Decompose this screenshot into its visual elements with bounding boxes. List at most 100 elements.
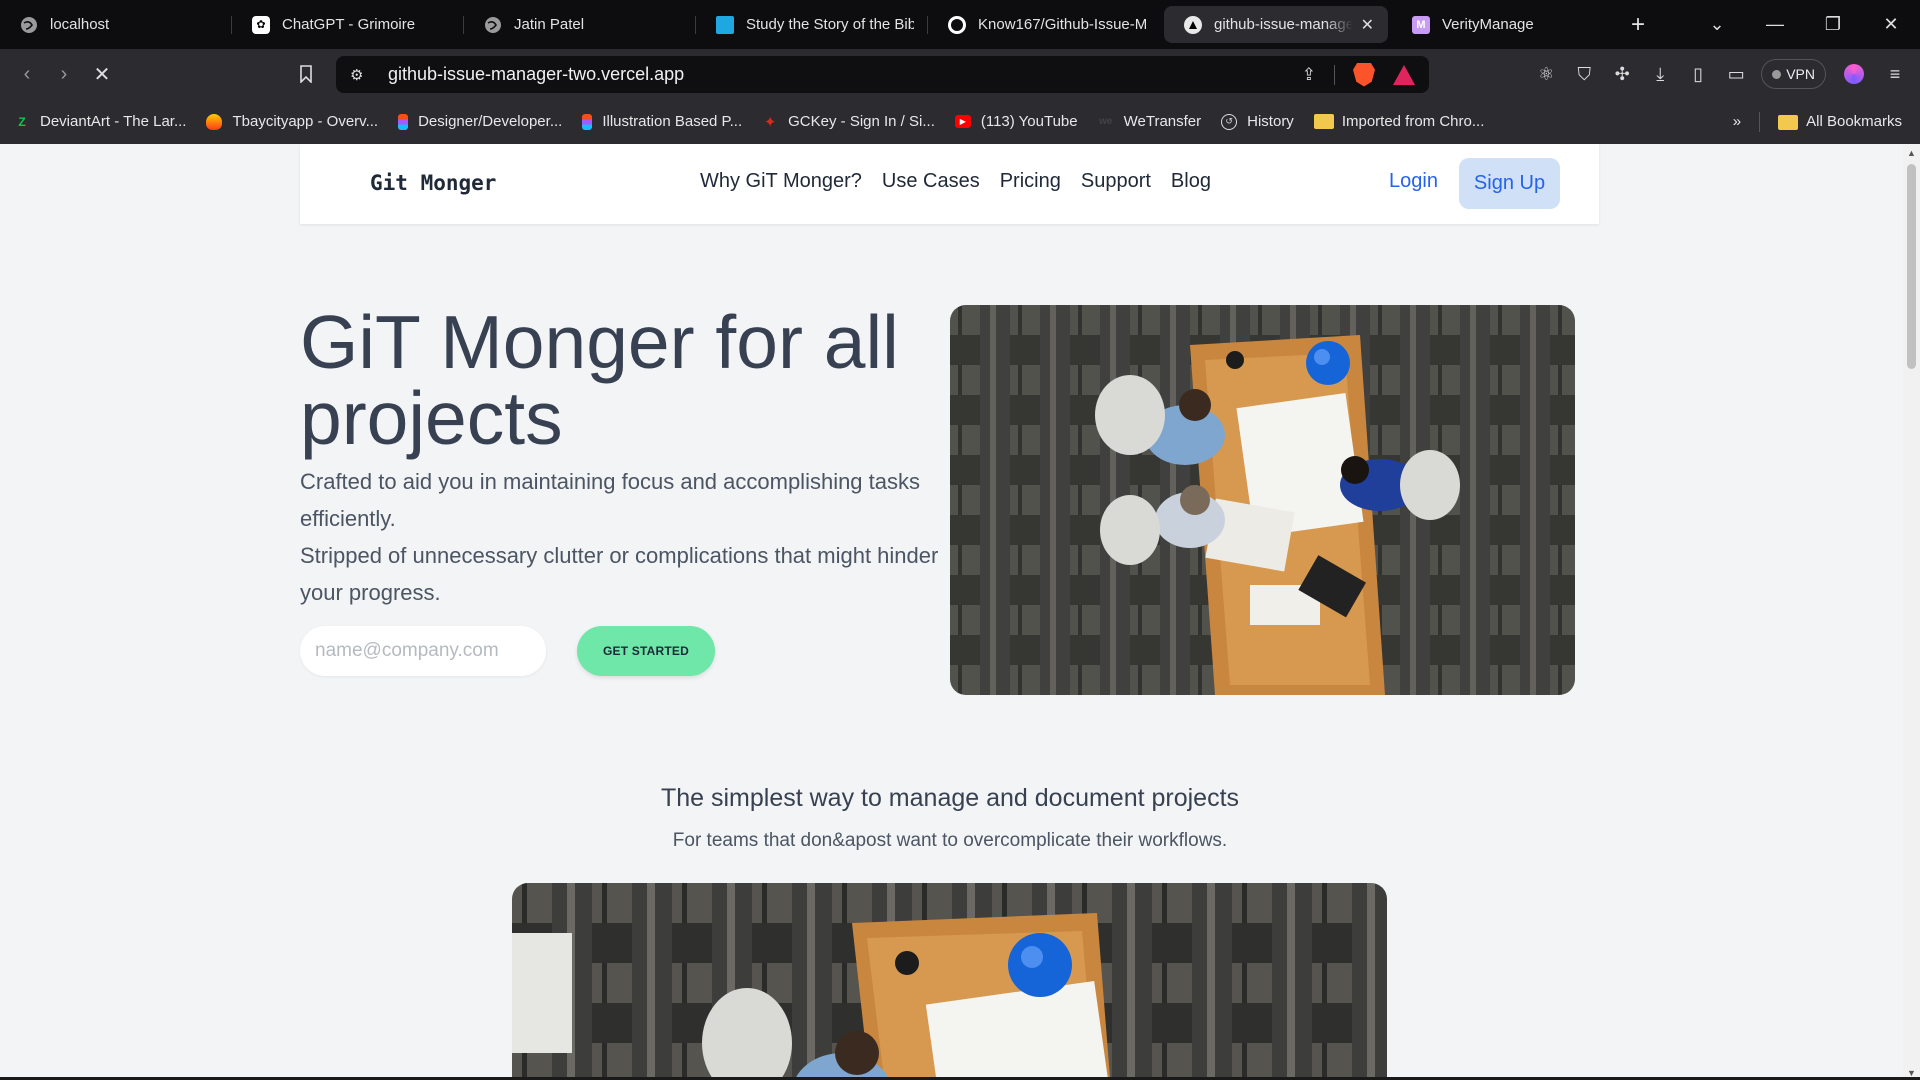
vercel-icon bbox=[1184, 15, 1202, 34]
back-icon[interactable]: ‹ bbox=[9, 56, 45, 92]
react-devtools-icon[interactable]: ⚛ bbox=[1527, 49, 1565, 99]
page-scrollbar[interactable]: ▲ ▼ bbox=[1903, 144, 1920, 1080]
bookmark-gckey[interactable]: ✦ GCKey - Sign In / Si... bbox=[762, 113, 935, 131]
history-icon: ↺ bbox=[1221, 113, 1238, 130]
shield-extension-icon[interactable]: ⛉ bbox=[1565, 49, 1603, 99]
bookmark-tbaycityapp[interactable]: Tbaycityapp - Overv... bbox=[206, 113, 378, 130]
bookmark-label: Tbaycityapp - Overv... bbox=[232, 113, 379, 130]
tab-title: github-issue-manage bbox=[1214, 16, 1353, 33]
nav-why[interactable]: Why GiT Monger? bbox=[700, 170, 862, 193]
vpn-label: VPN bbox=[1786, 66, 1815, 82]
nav-use-cases[interactable]: Use Cases bbox=[882, 170, 980, 193]
bookmark-wetransfer[interactable]: we WeTransfer bbox=[1098, 113, 1202, 130]
bookmark-label: Designer/Developer... bbox=[418, 113, 563, 130]
bookmark-illustration[interactable]: Illustration Based P... bbox=[582, 113, 742, 130]
extensions-icon[interactable]: ✣ bbox=[1603, 49, 1641, 99]
bookmark-label: DeviantArt - The Lar... bbox=[40, 113, 187, 130]
book-icon bbox=[716, 15, 734, 34]
bookmark-imported[interactable]: Imported from Chro... bbox=[1313, 113, 1485, 130]
url-text: github-issue-manager-two.vercel.app bbox=[388, 64, 685, 84]
nav-support[interactable]: Support bbox=[1081, 170, 1151, 193]
site-header: Git Monger Why GiT Monger? Use Cases Pri… bbox=[300, 144, 1599, 224]
youtube-icon: ▶ bbox=[954, 115, 971, 128]
globe-icon bbox=[484, 16, 502, 34]
tab-title: Study the Story of the Bib bbox=[746, 16, 914, 33]
tab-search-icon[interactable]: ⌄ bbox=[1688, 0, 1746, 49]
minimize-icon[interactable]: — bbox=[1746, 0, 1804, 49]
github-icon bbox=[948, 15, 966, 34]
bookmark-label: WeTransfer bbox=[1123, 113, 1202, 130]
nav-pricing[interactable]: Pricing bbox=[1000, 170, 1061, 193]
window-controls: ⌄ — ❐ ✕ bbox=[1688, 0, 1920, 49]
tab-localhost[interactable]: localhost bbox=[0, 6, 232, 43]
tab-jatin[interactable]: Jatin Patel bbox=[464, 6, 696, 43]
stop-loading-icon[interactable]: ✕ bbox=[84, 56, 120, 92]
divider bbox=[1759, 111, 1761, 132]
share-icon[interactable]: ⇪ bbox=[1302, 65, 1316, 85]
sidebar-icon[interactable]: ▯ bbox=[1679, 49, 1717, 99]
tab-title: Know167/Github-Issue-M bbox=[978, 16, 1146, 33]
tab-strip: localhost ✿ ChatGPT - Grimoire Jatin Pat… bbox=[0, 0, 1920, 49]
page-viewport: Git Monger Why GiT Monger? Use Cases Pri… bbox=[0, 144, 1903, 1080]
bookmark-history[interactable]: ↺ History bbox=[1221, 113, 1294, 130]
tab-title: ChatGPT - Grimoire bbox=[282, 16, 416, 33]
folder-icon bbox=[1313, 114, 1334, 129]
hero-title: GiT Monger for all projects bbox=[300, 300, 899, 460]
tab-chatgpt[interactable]: ✿ ChatGPT - Grimoire bbox=[232, 6, 464, 43]
bookmark-label: History bbox=[1247, 113, 1294, 130]
feature-image bbox=[512, 883, 1387, 1080]
close-window-icon[interactable]: ✕ bbox=[1862, 0, 1920, 49]
tab-title: localhost bbox=[50, 16, 110, 33]
toolbar-actions: ⚛ ⛉ ✣ ⤓ ▯ ▭ VPN ≡ bbox=[1527, 49, 1920, 99]
bookmarks-bar: Z DeviantArt - The Lar... Tbaycityapp - O… bbox=[0, 99, 1920, 144]
brave-shields-icon[interactable] bbox=[1353, 62, 1375, 87]
openai-icon: ✿ bbox=[252, 15, 270, 34]
tab-github[interactable]: Know167/Github-Issue-M bbox=[928, 6, 1160, 43]
maple-leaf-icon: ✦ bbox=[763, 113, 777, 131]
chevron-double-right-icon[interactable]: » bbox=[1733, 113, 1741, 130]
signup-button[interactable]: Sign Up bbox=[1459, 158, 1560, 209]
scrollbar-thumb[interactable] bbox=[1907, 164, 1916, 369]
bookmark-youtube[interactable]: ▶ (113) YouTube bbox=[954, 113, 1078, 130]
hero-subtitle-line1: Crafted to aid you in maintaining focus … bbox=[300, 469, 921, 531]
restore-icon[interactable]: ❐ bbox=[1804, 0, 1862, 49]
all-bookmarks-button[interactable]: All Bookmarks bbox=[1778, 113, 1902, 130]
address-bar[interactable]: ⚙ github-issue-manager-two.vercel.app ⇪ bbox=[336, 56, 1429, 93]
tab-bible[interactable]: Study the Story of the Bib bbox=[696, 6, 928, 43]
tab-veritymanage[interactable]: M VerityManage bbox=[1392, 6, 1624, 43]
all-bookmarks-label: All Bookmarks bbox=[1806, 113, 1902, 130]
menu-icon[interactable]: ≡ bbox=[1876, 49, 1914, 99]
email-input[interactable] bbox=[300, 626, 546, 676]
vpn-status-icon bbox=[1772, 69, 1782, 79]
download-icon[interactable]: ⤓ bbox=[1641, 49, 1679, 99]
bookmark-label: GCKey - Sign In / Si... bbox=[788, 113, 935, 130]
new-tab-button[interactable]: + bbox=[1618, 6, 1658, 43]
vm-icon: M bbox=[1412, 15, 1430, 34]
nav-blog[interactable]: Blog bbox=[1171, 170, 1211, 193]
bookmark-deviantart[interactable]: Z DeviantArt - The Lar... bbox=[14, 113, 186, 130]
wetransfer-icon: we bbox=[1098, 116, 1113, 127]
forward-icon[interactable]: › bbox=[46, 56, 82, 92]
get-started-button[interactable]: GET STARTED bbox=[577, 626, 715, 676]
tab-github-issue-manager[interactable]: github-issue-manage ✕ bbox=[1164, 6, 1388, 43]
bookmark-designer-developer[interactable]: Designer/Developer... bbox=[398, 113, 562, 130]
scroll-up-icon[interactable]: ▲ bbox=[1907, 148, 1916, 158]
figma-icon bbox=[582, 113, 593, 130]
login-link[interactable]: Login bbox=[1389, 170, 1438, 193]
site-settings-icon[interactable]: ⚙ bbox=[350, 66, 370, 84]
folder-icon bbox=[1778, 114, 1799, 130]
hero-subtitle-line2: Stripped of unnecessary clutter or compl… bbox=[300, 543, 939, 605]
hero-image bbox=[950, 305, 1575, 695]
tab-title: Jatin Patel bbox=[514, 16, 585, 33]
site-logo[interactable]: Git Monger bbox=[370, 171, 496, 195]
profile-avatar[interactable] bbox=[1844, 64, 1864, 84]
bookmark-icon[interactable] bbox=[288, 56, 324, 92]
bookmark-label: Imported from Chro... bbox=[1341, 113, 1485, 130]
close-tab-icon[interactable]: ✕ bbox=[1361, 15, 1374, 35]
flame-icon bbox=[206, 113, 223, 130]
vpn-button[interactable]: VPN bbox=[1761, 59, 1826, 89]
bookmarks-overflow: » All Bookmarks bbox=[1733, 99, 1902, 144]
figma-icon bbox=[398, 113, 409, 130]
wallet-icon[interactable]: ▭ bbox=[1717, 49, 1755, 99]
brave-rewards-icon[interactable] bbox=[1393, 64, 1415, 85]
